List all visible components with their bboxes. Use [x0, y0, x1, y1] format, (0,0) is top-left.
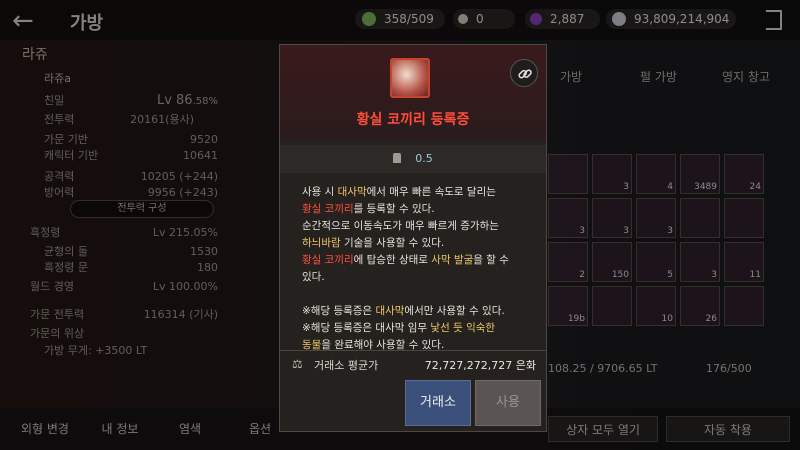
elephant-certificate-icon — [390, 58, 430, 98]
item-name: 황실 코끼리 등록증 — [356, 112, 470, 128]
tooltip-header: 황실 코끼리 등록증 — [280, 45, 546, 141]
scale-icon: ⚖ — [292, 357, 303, 371]
item-tooltip: 황실 코끼리 등록증 0.5 사용 시 대사막에서 매우 빠른 속도로 달리는 … — [279, 44, 547, 432]
market-price-value: 72,727,272,727 은화 — [424, 359, 536, 372]
use-button[interactable]: 사용 — [475, 380, 541, 426]
chain-link-icon — [518, 69, 532, 79]
link-button[interactable] — [510, 59, 538, 87]
item-description: 사용 시 대사막에서 매우 빠른 속도로 달리는 황실 코끼리를 등록할 수 있… — [302, 186, 509, 351]
market-price-label: 거래소 평균가 — [314, 359, 379, 372]
marketplace-button[interactable]: 거래소 — [405, 380, 471, 426]
market-price-row: ⚖ 거래소 평균가 72,727,272,727 은화 — [280, 350, 546, 376]
item-weight: 0.5 — [280, 145, 546, 173]
weight-icon — [393, 153, 402, 163]
